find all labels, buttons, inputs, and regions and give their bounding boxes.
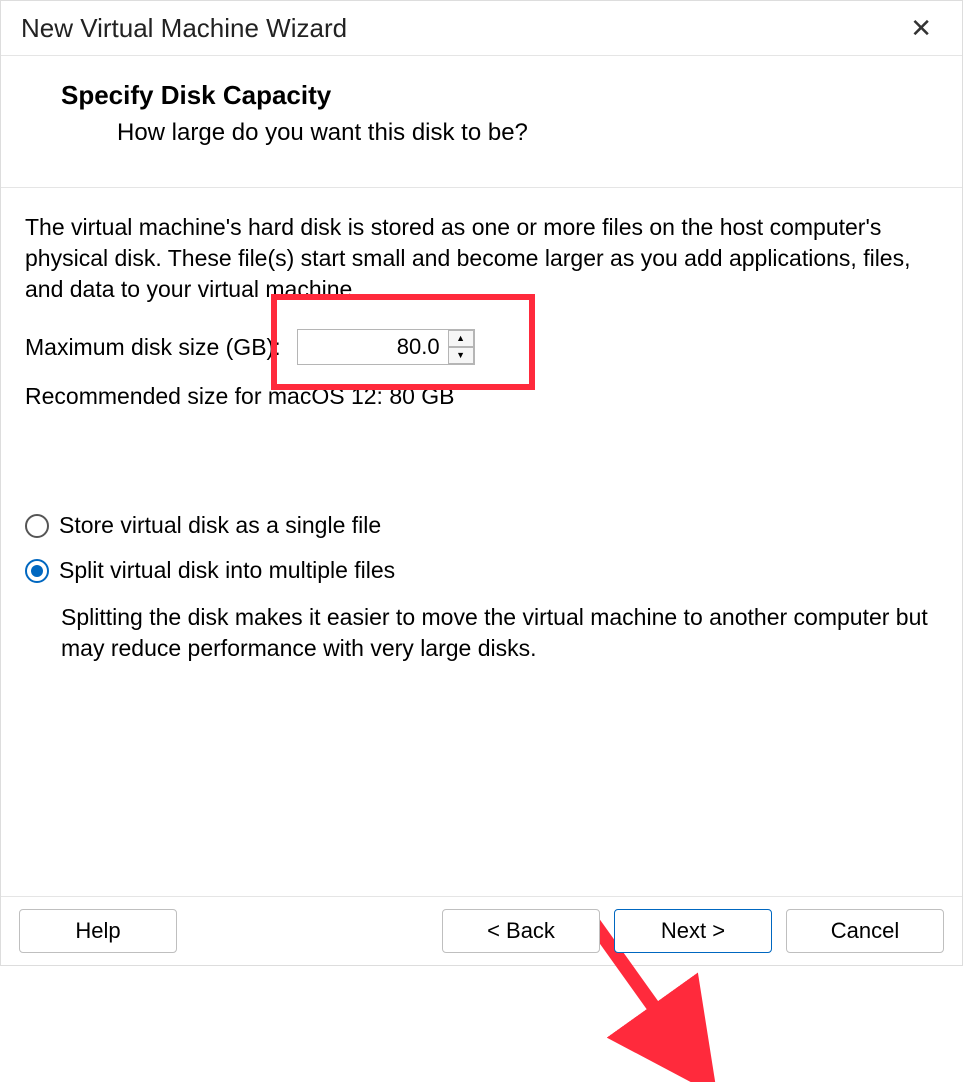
- back-button[interactable]: < Back: [442, 909, 600, 953]
- close-icon: ✕: [910, 13, 932, 43]
- title-bar: New Virtual Machine Wizard ✕: [1, 1, 962, 56]
- spinner-up-button[interactable]: ▲: [448, 330, 474, 347]
- help-button[interactable]: Help: [19, 909, 177, 953]
- disk-size-spinner: ▲ ▼: [297, 329, 475, 365]
- page-subheading: How large do you want this disk to be?: [117, 119, 922, 147]
- radio-single-file-label: Store virtual disk as a single file: [59, 512, 381, 539]
- window-title: New Virtual Machine Wizard: [21, 13, 347, 44]
- close-button[interactable]: ✕: [900, 11, 942, 45]
- spinner-down-button[interactable]: ▼: [448, 347, 474, 364]
- disk-size-row: Maximum disk size (GB): ▲ ▼: [25, 329, 938, 365]
- split-files-description: Splitting the disk makes it easier to mo…: [61, 602, 938, 664]
- triangle-up-icon: ▲: [456, 334, 465, 343]
- next-button[interactable]: Next >: [614, 909, 772, 953]
- radio-split-files-label: Split virtual disk into multiple files: [59, 557, 395, 584]
- disk-storage-options: Store virtual disk as a single file Spli…: [25, 512, 938, 664]
- wizard-header: Specify Disk Capacity How large do you w…: [1, 56, 962, 188]
- disk-size-input[interactable]: [298, 330, 448, 364]
- footer-spacer: [191, 909, 428, 953]
- radio-single-file[interactable]: Store virtual disk as a single file: [25, 512, 938, 539]
- cancel-button[interactable]: Cancel: [786, 909, 944, 953]
- recommended-size-text: Recommended size for macOS 12: 80 GB: [25, 383, 938, 410]
- wizard-body: The virtual machine's hard disk is store…: [1, 188, 962, 664]
- triangle-down-icon: ▼: [456, 351, 465, 360]
- spinner-buttons: ▲ ▼: [448, 330, 474, 364]
- radio-icon: [25, 514, 49, 538]
- disk-size-label: Maximum disk size (GB):: [25, 334, 281, 361]
- wizard-footer: Help < Back Next > Cancel: [1, 896, 962, 965]
- page-heading: Specify Disk Capacity: [61, 80, 922, 111]
- radio-icon: [25, 559, 49, 583]
- radio-split-files[interactable]: Split virtual disk into multiple files: [25, 557, 938, 584]
- description-text: The virtual machine's hard disk is store…: [25, 212, 938, 305]
